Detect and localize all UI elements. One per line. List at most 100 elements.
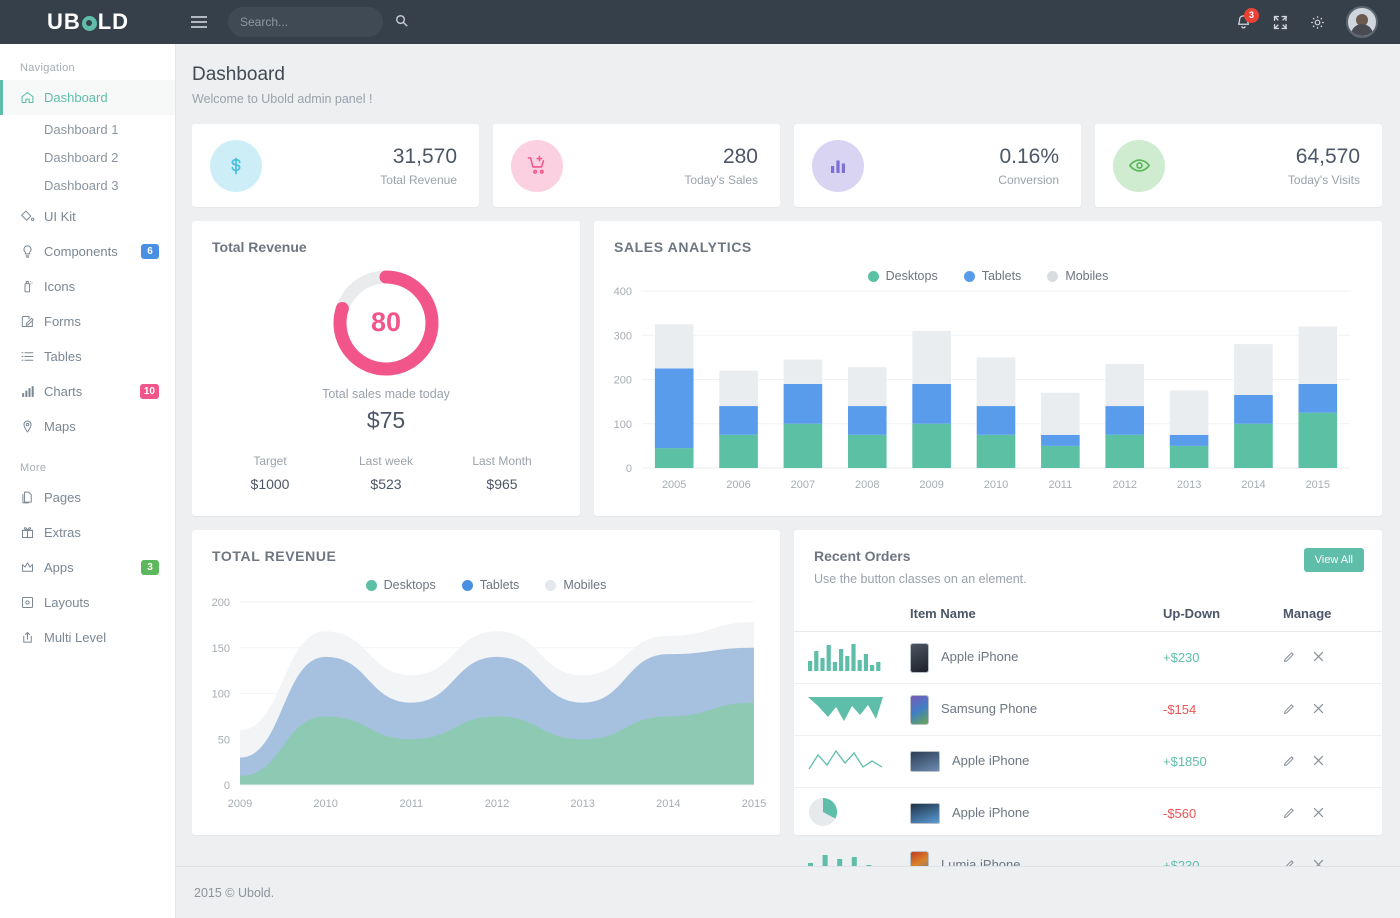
pencil-square-icon xyxy=(20,314,44,329)
stat-label: Target xyxy=(212,454,328,468)
cart-plus-icon xyxy=(511,140,563,192)
table-row[interactable]: Apple iPhone+$230 xyxy=(794,632,1382,684)
svg-text:400: 400 xyxy=(614,286,632,298)
delete-icon[interactable] xyxy=(1312,806,1325,822)
order-manage xyxy=(1277,632,1382,684)
sidebar-item-pages[interactable]: Pages xyxy=(0,480,175,515)
order-change: +$1850 xyxy=(1157,736,1277,788)
sidebar-item-dashboard[interactable]: Dashboard xyxy=(0,80,175,115)
sidebar-item-dashboard-2[interactable]: Dashboard 2 xyxy=(0,143,175,171)
sales-analytics-card: SALES ANALYTICS Desktops Tablets Mobiles… xyxy=(594,221,1382,516)
sidebar-item-label: Extras xyxy=(44,525,175,540)
delete-icon[interactable] xyxy=(1312,754,1325,770)
order-manage xyxy=(1277,788,1382,840)
stat-card-todays-visits[interactable]: 64,570 Today's Visits xyxy=(1095,124,1382,207)
logo-text-pre: UB xyxy=(47,9,81,35)
menu-toggle-button[interactable] xyxy=(182,0,216,44)
svg-text:2008: 2008 xyxy=(855,479,879,491)
product-thumbnail xyxy=(910,701,929,716)
edit-icon[interactable] xyxy=(1283,754,1296,770)
edit-icon[interactable] xyxy=(1283,806,1296,822)
stat-values: 64,570 Today's Visits xyxy=(1288,145,1360,187)
search-icon[interactable] xyxy=(395,14,408,30)
legend-item-tablets[interactable]: Tablets xyxy=(462,578,520,592)
search-input[interactable] xyxy=(240,15,395,29)
legend-item-desktops[interactable]: Desktops xyxy=(868,269,938,283)
stat-values: 280 Today's Sales xyxy=(684,145,758,187)
order-change: -$154 xyxy=(1157,684,1277,736)
page-header: Dashboard Welcome to Ubold admin panel ! xyxy=(176,44,1400,106)
sidebar-item-forms[interactable]: Forms xyxy=(0,304,175,339)
edit-icon[interactable] xyxy=(1283,702,1296,718)
svg-text:2010: 2010 xyxy=(984,479,1008,491)
svg-text:2011: 2011 xyxy=(1049,479,1073,491)
svg-text:2012: 2012 xyxy=(485,798,509,810)
order-item-name: Apple iPhone xyxy=(952,805,1029,820)
legend-label: Desktops xyxy=(886,269,938,283)
legend-item-mobiles[interactable]: Mobiles xyxy=(1047,269,1108,283)
chart-legend: Desktops Tablets Mobiles xyxy=(192,578,780,592)
logo-o-mark xyxy=(82,16,97,31)
logo[interactable]: UBLD xyxy=(0,0,176,44)
avatar[interactable] xyxy=(1346,6,1378,38)
table-row[interactable]: Apple iPhone-$560 xyxy=(794,788,1382,840)
svg-text:2014: 2014 xyxy=(1241,479,1265,491)
sidebar-item-icons[interactable]: Icons xyxy=(0,269,175,304)
table-row[interactable]: Apple iPhone +$1850 xyxy=(794,736,1382,788)
legend-item-desktops[interactable]: Desktops xyxy=(366,578,436,592)
sidebar-item-label: Tables xyxy=(44,349,175,364)
fullscreen-icon[interactable] xyxy=(1272,14,1289,31)
page-title: Dashboard xyxy=(192,64,1382,86)
sidebar-section-navigation: Navigation xyxy=(0,44,175,80)
order-item-name: Apple iPhone xyxy=(941,649,1018,664)
legend-label: Tablets xyxy=(480,578,520,592)
sidebar-item-label: UI Kit xyxy=(44,209,175,224)
svg-text:2006: 2006 xyxy=(726,479,750,491)
stat-value: 31,570 xyxy=(380,145,457,169)
gauge-amount: $75 xyxy=(192,407,580,434)
sidebar-item-ui-kit[interactable]: UI Kit xyxy=(0,199,175,234)
spray-icon xyxy=(20,279,44,294)
sidebar-item-tables[interactable]: Tables xyxy=(0,339,175,374)
sidebar-item-dashboard-3[interactable]: Dashboard 3 xyxy=(0,171,175,199)
sidebar-item-apps[interactable]: Apps 3 xyxy=(0,550,175,585)
svg-text:2013: 2013 xyxy=(1177,479,1201,491)
sidebar-item-maps[interactable]: Maps xyxy=(0,409,175,444)
gauge-value: 80 xyxy=(371,307,401,338)
edit-icon[interactable] xyxy=(1283,650,1296,666)
sidebar-item-components[interactable]: Components 6 xyxy=(0,234,175,269)
svg-text:2012: 2012 xyxy=(1112,479,1136,491)
delete-icon[interactable] xyxy=(1312,702,1325,718)
sidebar-item-charts[interactable]: Charts 10 xyxy=(0,374,175,409)
table-row[interactable]: Samsung Phone-$154 xyxy=(794,684,1382,736)
stat-card-total-revenue[interactable]: 31,570 Total Revenue xyxy=(192,124,479,207)
recent-orders-card: Recent Orders View All Use the button cl… xyxy=(794,530,1382,835)
legend-item-mobiles[interactable]: Mobiles xyxy=(545,578,606,592)
stat-card-conversion[interactable]: 0.16% Conversion xyxy=(794,124,1081,207)
notifications-button[interactable]: 3 xyxy=(1235,14,1252,31)
view-all-button[interactable]: View All xyxy=(1304,548,1364,572)
sidebar-item-multi-level[interactable]: Multi Level xyxy=(0,620,175,655)
sidebar-item-layouts[interactable]: Layouts xyxy=(0,585,175,620)
search-box[interactable] xyxy=(228,7,383,37)
stat-card-todays-sales[interactable]: 280 Today's Sales xyxy=(493,124,780,207)
sidebar-item-label: Charts xyxy=(44,384,140,399)
order-item-name: Apple iPhone xyxy=(952,753,1029,768)
sidebar-badge-apps: 3 xyxy=(141,560,159,575)
legend-dot xyxy=(462,580,473,591)
sidebar-badge-components: 6 xyxy=(141,244,159,259)
sidebar-item-label: Components xyxy=(44,244,141,259)
stat-value: $523 xyxy=(328,476,444,492)
footer-text: 2015 © Ubold. xyxy=(194,886,274,900)
list-icon xyxy=(20,349,44,364)
sidebar-item-label: Dashboard 1 xyxy=(44,122,118,137)
sidebar-item-dashboard-1[interactable]: Dashboard 1 xyxy=(0,115,175,143)
legend-item-tablets[interactable]: Tablets xyxy=(964,269,1022,283)
home-icon xyxy=(20,90,44,105)
sidebar-item-extras[interactable]: Extras xyxy=(0,515,175,550)
revenue-stats: Target $1000 Last week $523 Last Month $… xyxy=(192,454,580,492)
delete-icon[interactable] xyxy=(1312,650,1325,666)
sidebar-badge-charts: 10 xyxy=(140,384,159,399)
gear-icon[interactable] xyxy=(1309,14,1326,31)
svg-text:2014: 2014 xyxy=(656,798,680,810)
